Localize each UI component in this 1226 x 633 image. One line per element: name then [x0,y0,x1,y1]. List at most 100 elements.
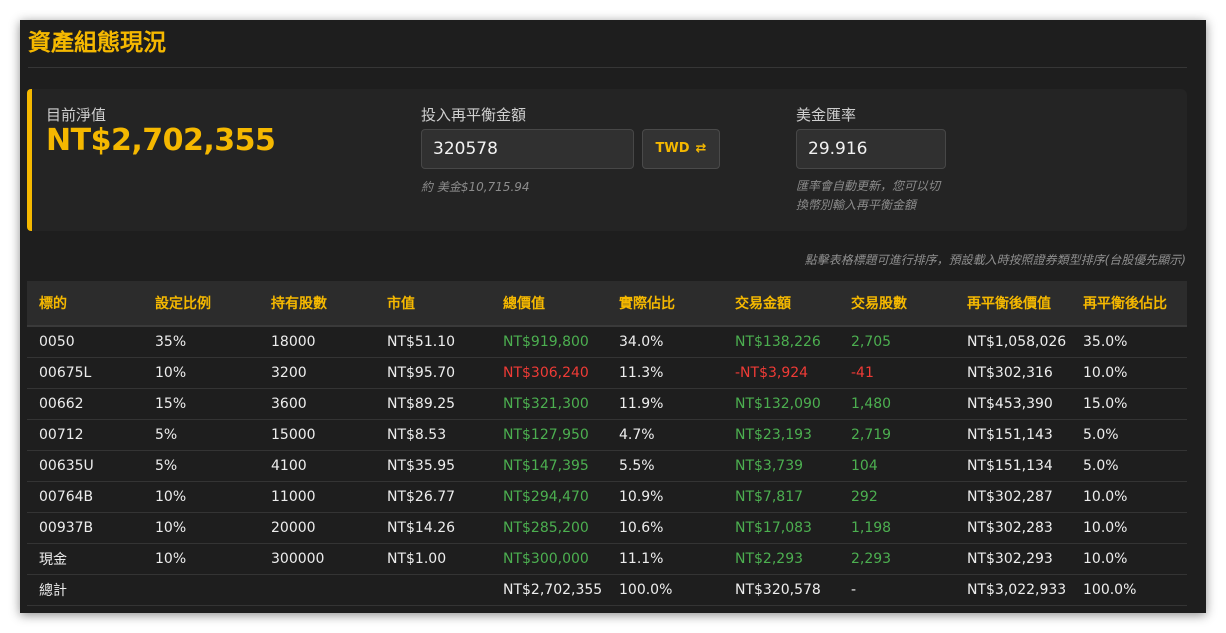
header-shares[interactable]: 持有股數 [259,281,375,327]
cell-after-ratio: 5.0% [1071,419,1187,451]
cell-total-value: NT$306,240 [491,357,607,389]
cell-symbol: 00675L [27,357,143,389]
cell-trade-shares: 292 [839,481,955,513]
header-total-value[interactable]: 總價值 [491,281,607,327]
header-price[interactable]: 市值 [375,281,491,327]
table-row: 00712 5% 15000 NT$8.53 NT$127,950 4.7% NT$23,1… [27,419,1187,451]
cell-after-value: NT$151,134 [955,450,1071,482]
cell-shares: 15000 [259,419,375,451]
currency-toggle-button[interactable]: TWD ⇄ [642,129,720,169]
total-cell-total-value: NT$2,702,355 [491,574,607,606]
cell-trade-shares: 2,293 [839,543,955,575]
invest-usd-equivalent: 約 美金$10,715.94 [421,180,530,194]
cell-trade-amount: NT$17,083 [723,512,839,544]
total-empty-cell [143,574,259,606]
cell-after-value: NT$151,143 [955,419,1071,451]
header-actual-ratio[interactable]: 實際佔比 [607,281,723,327]
header-trade-amount[interactable]: 交易金額 [723,281,839,327]
fx-rate-input[interactable]: 29.916 [796,129,946,169]
total-cell-actual-ratio: 100.0% [607,574,723,606]
total-cell-trade-amount: NT$320,578 [723,574,839,606]
cell-price: NT$8.53 [375,419,491,451]
cell-trade-shares: 104 [839,450,955,482]
cell-actual-ratio: 34.0% [607,326,723,358]
cell-after-ratio: 10.0% [1071,481,1187,513]
cell-trade-amount: NT$7,817 [723,481,839,513]
table-total-row: 總計 NT$2,702,355 100.0% NT$320,578- NT$3,022,… [27,574,1187,606]
cell-after-ratio: 5.0% [1071,450,1187,482]
cell-target-ratio: 10% [143,357,259,389]
cell-price: NT$95.70 [375,357,491,389]
cell-price: NT$26.77 [375,481,491,513]
cell-trade-shares: 2,705 [839,326,955,358]
cell-trade-amount: NT$3,739 [723,450,839,482]
cell-target-ratio: 10% [143,481,259,513]
cell-symbol: 現金 [27,543,143,575]
cell-actual-ratio: 10.6% [607,512,723,544]
cell-after-ratio: 10.0% [1071,543,1187,575]
cell-total-value: NT$285,200 [491,512,607,544]
cell-target-ratio: 35% [143,326,259,358]
cell-symbol: 00937B [27,512,143,544]
header-trade-shares[interactable]: 交易股數 [839,281,955,327]
summary-accent-bar [27,89,32,231]
cell-after-value: NT$302,283 [955,512,1071,544]
cell-total-value: NT$300,000 [491,543,607,575]
cell-actual-ratio: 10.9% [607,481,723,513]
cell-after-value: NT$302,316 [955,357,1071,389]
cell-shares: 3200 [259,357,375,389]
total-cell-after-value: NT$3,022,933 [955,574,1071,606]
header-after-ratio[interactable]: 再平衡後佔比 [1071,281,1187,327]
header-target-ratio[interactable]: 設定比例 [143,281,259,327]
cell-shares: 18000 [259,326,375,358]
cell-total-value: NT$147,395 [491,450,607,482]
table-row: 00937B 10% 20000 NT$14.26 NT$285,200 10.6% NT$… [27,512,1187,544]
cell-price: NT$89.25 [375,388,491,420]
cell-trade-amount: -NT$3,924 [723,357,839,389]
cell-after-ratio: 10.0% [1071,357,1187,389]
invest-amount-label: 投入再平衡金額 [421,106,527,124]
cell-after-value: NT$453,390 [955,388,1071,420]
cell-actual-ratio: 4.7% [607,419,723,451]
cell-target-ratio: 10% [143,543,259,575]
header-symbol[interactable]: 標的 [27,281,143,327]
total-empty-cell [259,574,375,606]
swap-arrows-icon: ⇄ [695,141,707,156]
cell-after-value: NT$1,058,026 [955,326,1071,358]
table-row: 現金 10% 300000 NT$1.00 NT$300,000 11.1% NT$2,29… [27,543,1187,575]
cell-total-value: NT$919,800 [491,326,607,358]
cell-symbol: 00764B [27,481,143,513]
cell-target-ratio: 10% [143,512,259,544]
cell-shares: 4100 [259,450,375,482]
cell-shares: 300000 [259,543,375,575]
cell-actual-ratio: 11.9% [607,388,723,420]
cell-shares: 3600 [259,388,375,420]
table-header-row: 標的 設定比例 持有股數 市值 總價值 實際佔比 交易金額 交易股數 再平衡後價… [27,281,1187,327]
cell-shares: 20000 [259,512,375,544]
total-empty-cell [375,574,491,606]
total-cell-after-ratio: 100.0% [1071,574,1187,606]
table-row: 0050 35% 18000 NT$51.10 NT$919,800 34.0% NT$13… [27,326,1187,358]
total-cell-symbol: 總計 [27,574,143,606]
cell-trade-shares: 1,198 [839,512,955,544]
cell-price: NT$1.00 [375,543,491,575]
cell-after-ratio: 35.0% [1071,326,1187,358]
table-row: 00635U 5% 4100 NT$35.95 NT$147,395 5.5% NT$3,7… [27,450,1187,482]
cell-trade-shares: 1,480 [839,388,955,420]
cell-actual-ratio: 11.1% [607,543,723,575]
header-after-value[interactable]: 再平衡後價值 [955,281,1071,327]
net-value-label: 目前淨值 [46,106,107,124]
cell-actual-ratio: 5.5% [607,450,723,482]
cell-trade-amount: NT$138,226 [723,326,839,358]
cell-trade-amount: NT$132,090 [723,388,839,420]
cell-actual-ratio: 11.3% [607,357,723,389]
cell-after-value: NT$302,293 [955,543,1071,575]
cell-after-ratio: 15.0% [1071,388,1187,420]
title-divider [28,67,1187,68]
table-row: 00764B 10% 11000 NT$26.77 NT$294,470 10.9% NT$… [27,481,1187,513]
sort-hint: 點擊表格標題可進行排序，預設載入時按照證券類型排序(台股優先顯示) [804,253,1186,267]
invest-amount-input[interactable]: 320578 [421,129,634,169]
cell-shares: 11000 [259,481,375,513]
summary-card: 目前淨值 NT$2,702,355 投入再平衡金額 320578 TWD ⇄ 約 … [27,89,1187,231]
fx-rate-label: 美金匯率 [796,106,857,124]
